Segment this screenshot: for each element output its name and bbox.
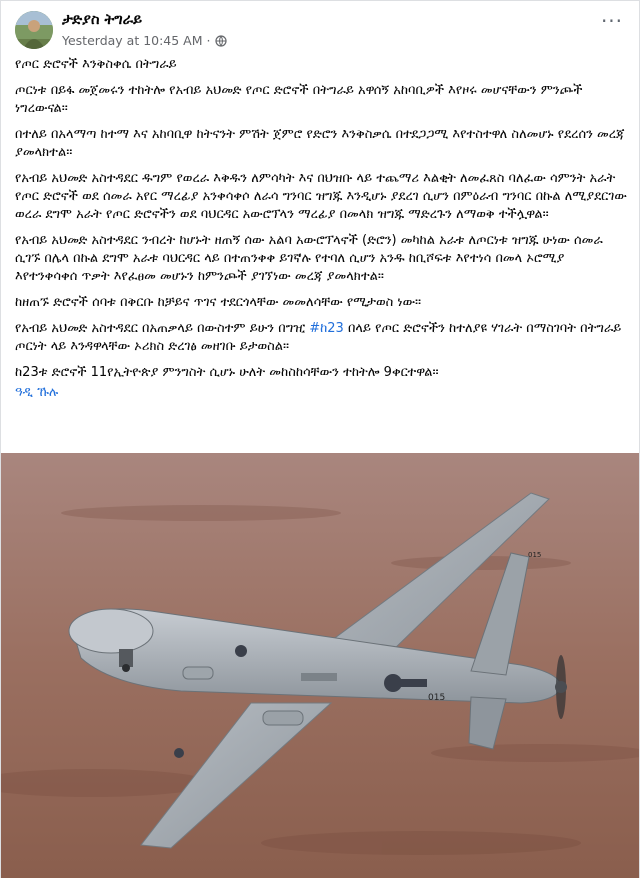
post-photo[interactable]: 015 015: [1, 453, 639, 878]
see-more-link[interactable]: ዓዲ ኹሉ: [15, 384, 627, 402]
post-paragraph: በተለይ በአላማጣ ከተማ እና አከባቢዋ ከትናንት ምሽት ጀምሮ የድ…: [15, 127, 625, 160]
hashtag-before: የአብይ አህመድ አስተዳደር በአጠቃላይ በውስተም ይሁን በግዢ: [15, 321, 310, 336]
author-avatar[interactable]: [15, 11, 53, 49]
post-paragraph: የጦር ድሮኖች እንቅስቀሴ በትግራይ: [15, 57, 177, 72]
post-meta: Yesterday at 10:45 AM ·: [62, 33, 227, 48]
post-header: ታድያስ ትግራይ Yesterday at 10:45 AM · ···: [15, 11, 627, 51]
fin-number: 015: [528, 551, 541, 559]
facebook-post: ታድያስ ትግራይ Yesterday at 10:45 AM · ··· የጦ…: [0, 0, 640, 878]
post-paragraph: ከ23ቱ ድሮኖች 11የኢትዮጵያ ምንግስት ሲሆኑ ሁለት መከስከሳቸው…: [15, 365, 439, 380]
tail-number: 015: [428, 693, 445, 703]
post-paragraph: ከዘጠኙ ድሮኖች ሰባቱ በቅርቡ ከቻይና ጥገና ተደርጎላቸው መመለሳ…: [15, 295, 422, 310]
post-paragraph: ጦርነቱ በይፋ መጀመሩን ተከትሎ የአብይ አህመድ የጦር ድሮኖች በ…: [15, 83, 583, 116]
post-paragraph: የአብይ አህመድ አስተዳደር ዱግም የወረራ እቅዱን ለምሳካት እና …: [15, 171, 627, 222]
post-text: የጦር ድሮኖች እንቅስቀሴ በትግራይ ጦርነቱ በይፋ መጀመሩን ተከት…: [15, 56, 627, 402]
hashtag-link[interactable]: #ከ23: [309, 321, 344, 336]
author-name[interactable]: ታድያስ ትግራይ: [62, 12, 142, 28]
post-timestamp[interactable]: Yesterday at 10:45 AM: [62, 33, 203, 48]
post-paragraph: የአብይ አህመድ አስተዳደር ንብረት ከሆኑት ዘጠኝ ሰው አልባ አው…: [15, 233, 603, 284]
drone-photo-image: 015 015: [1, 453, 639, 878]
meta-separator: ·: [206, 33, 211, 48]
more-options-button[interactable]: ···: [597, 11, 627, 39]
globe-icon: [214, 34, 227, 47]
post-paragraph-hashtag: የአብይ አህመድ አስተዳደር በአጠቃላይ በውስተም ይሁን በግዢ #ከ…: [15, 320, 627, 356]
